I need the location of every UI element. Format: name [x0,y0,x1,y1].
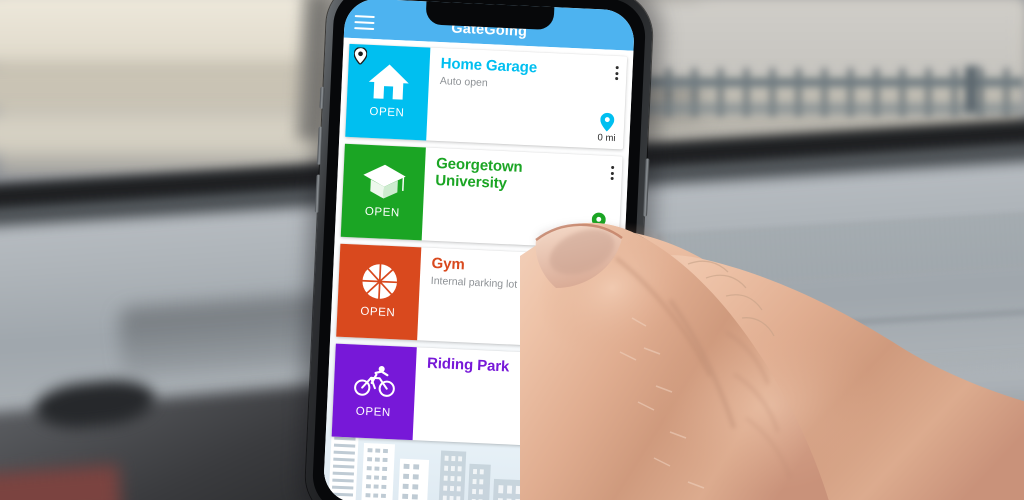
hand-holding-phone [520,196,1024,500]
phone-volume-down-button[interactable] [314,174,321,213]
gate-distance-label: 0 mi [597,132,616,145]
phone-mute-switch[interactable] [319,86,325,109]
kebab-menu-icon[interactable] [610,165,615,181]
house-icon [365,61,411,103]
list-item[interactable]: OPEN Home Garage Auto open 0 mi [345,43,628,150]
gate-status-label: OPEN [369,105,405,120]
gate-status-label: OPEN [355,405,392,420]
bicycle-icon [352,360,398,402]
gate-status-label: OPEN [360,305,396,320]
location-pin-icon [600,112,615,132]
gate-status-tile[interactable]: OPEN [336,243,422,341]
kebab-menu-icon[interactable] [615,66,619,81]
gate-info: Home Garage Auto open 0 mi [426,48,627,150]
graduation-cap-icon [361,161,407,203]
hamburger-menu-icon[interactable] [354,14,375,31]
gate-status-tile[interactable]: OPEN [340,143,426,241]
basketball-icon [356,261,402,303]
background-pavement [600,0,1024,78]
pin-badge-icon [353,46,368,66]
background-stone-block [0,0,340,70]
gate-status-tile[interactable]: OPEN [345,43,431,141]
gate-status-tile[interactable]: OPEN [331,343,417,441]
background-railing-post [965,66,978,112]
phone-volume-up-button[interactable] [316,126,323,165]
gate-title: Georgetown University [435,154,523,192]
gate-distance: 0 mi [597,112,616,144]
gate-status-label: OPEN [364,205,401,220]
